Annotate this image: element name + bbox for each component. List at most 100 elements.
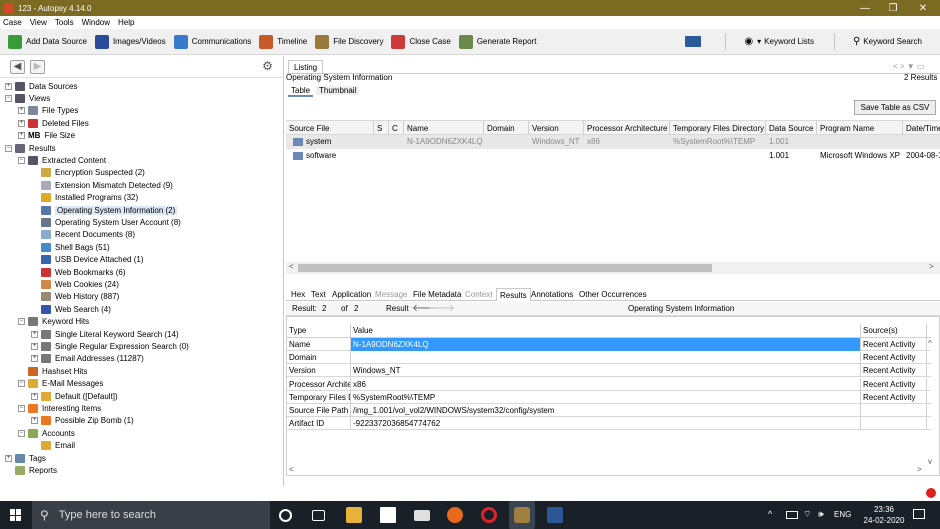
- tree-item-web-bookmarks-6[interactable]: Web Bookmarks (6): [31, 266, 126, 278]
- tree-item-tags[interactable]: + Tags: [5, 452, 46, 464]
- artifact-value[interactable]: [351, 351, 861, 365]
- gear-icon[interactable]: ⚙: [260, 60, 275, 74]
- tray-chevron-icon[interactable]: ^: [768, 509, 772, 519]
- save-table-csv-button[interactable]: Save Table as CSV: [854, 100, 936, 115]
- battery-icon[interactable]: [786, 511, 798, 519]
- artifact-value[interactable]: /img_1.001/vol_vol2/WINDOWS/system32/con…: [351, 404, 861, 417]
- tree-expander-icon[interactable]: −: [5, 94, 12, 102]
- tree-item-recent-documents-8[interactable]: Recent Documents (8): [31, 229, 135, 241]
- keyword-search-button[interactable]: ⚲ Keyword Search: [853, 36, 922, 47]
- artifact-row[interactable]: Artifact ID -9223372036854774762: [287, 417, 931, 431]
- tab-context[interactable]: Context: [462, 288, 496, 301]
- tree-expander-icon[interactable]: +: [31, 342, 38, 350]
- language-indicator[interactable]: ENG: [834, 510, 851, 519]
- notifications-icon[interactable]: [913, 509, 925, 519]
- tree-expander-icon[interactable]: +: [31, 355, 38, 363]
- tree-expander-icon[interactable]: −: [5, 144, 12, 152]
- artifact-value[interactable]: x86: [351, 377, 861, 391]
- artifact-value[interactable]: N-1A9ODN6ZXK4LQ: [351, 338, 861, 351]
- artifact-value[interactable]: %SystemRoot%\TEMP: [351, 390, 861, 404]
- column-header-data-source[interactable]: Data Source: [766, 121, 817, 136]
- menu-tools[interactable]: Tools: [55, 18, 74, 27]
- tree-item-default-default[interactable]: + Default ([Default]): [31, 390, 118, 402]
- tab-file-metadata[interactable]: File Metadata: [410, 288, 464, 301]
- menu-help[interactable]: Help: [118, 18, 134, 27]
- tab-application[interactable]: Application: [329, 288, 374, 301]
- scroll-left-icon[interactable]: <: [289, 465, 294, 474]
- firefox-icon[interactable]: [447, 507, 463, 523]
- column-header-program-name[interactable]: Program Name: [817, 121, 903, 136]
- tree-expander-icon[interactable]: +: [31, 417, 38, 425]
- artifact-row[interactable]: Temporary Files Di %SystemRoot%\TEMP Recen…: [287, 390, 931, 404]
- artifact-header-value[interactable]: Value: [351, 324, 861, 337]
- tree-item-installed-programs-32[interactable]: Installed Programs (32): [31, 192, 138, 204]
- keyword-lists-button[interactable]: ◉ ▾ Keyword Lists: [744, 36, 814, 47]
- tree-item-possible-zip-bomb-1[interactable]: + Possible Zip Bomb (1): [31, 415, 134, 427]
- tree-item-operating-system-user-account-8[interactable]: Operating System User Account (8): [31, 216, 181, 228]
- close-button[interactable]: ✕: [908, 0, 938, 16]
- tree-item-usb-device-attached-1[interactable]: USB Device Attached (1): [31, 254, 143, 266]
- table-row[interactable]: software 1.001 Microsoft Windows XP 2004-08…: [286, 149, 940, 163]
- column-header-domain[interactable]: Domain: [484, 121, 529, 136]
- tree-item-single-literal-keyword-search-14[interactable]: + Single Literal Keyword Search (14): [31, 328, 179, 340]
- tree-item-keyword-hits[interactable]: − Keyword Hits: [18, 316, 89, 328]
- tree-expander-icon[interactable]: −: [18, 404, 25, 412]
- tree-item-extracted-content[interactable]: − Extracted Content: [18, 154, 106, 166]
- artifact-header-source-s[interactable]: Source(s): [861, 324, 927, 337]
- tab-hex[interactable]: Hex: [288, 288, 308, 301]
- volume-icon[interactable]: 🕪: [818, 509, 824, 520]
- communications-button[interactable]: Communications: [173, 34, 251, 49]
- scroll-down-icon[interactable]: v: [928, 457, 932, 466]
- column-header-c[interactable]: C: [389, 121, 404, 136]
- windows-start-icon[interactable]: [10, 509, 22, 521]
- menu-case[interactable]: Case: [3, 18, 22, 27]
- tab-message[interactable]: Message: [372, 288, 410, 301]
- tree-item-email-addresses-11287[interactable]: + Email Addresses (11287): [31, 353, 144, 365]
- listing-hscrollbar[interactable]: < >: [286, 262, 940, 274]
- cortana-icon[interactable]: [279, 509, 292, 522]
- tree-item-deleted-files[interactable]: + Deleted Files: [18, 117, 89, 129]
- tree-item-file-types[interactable]: + File Types: [18, 105, 78, 117]
- column-header-version[interactable]: Version: [529, 121, 584, 136]
- tree-expander-icon[interactable]: −: [18, 156, 25, 164]
- tab-annotations[interactable]: Annotations: [528, 288, 576, 301]
- column-header-date-time[interactable]: Date/Time: [903, 121, 940, 136]
- file-discovery-button[interactable]: File Discovery: [315, 34, 383, 49]
- column-header-s[interactable]: S: [374, 121, 389, 136]
- artifact-row[interactable]: Version Windows_NT Recent Activity: [287, 364, 931, 378]
- menu-window[interactable]: Window: [82, 18, 110, 27]
- tree-expander-icon[interactable]: +: [18, 132, 25, 140]
- scroll-up-icon[interactable]: ^: [928, 339, 932, 348]
- tree-item-web-cookies-24[interactable]: Web Cookies (24): [31, 278, 119, 290]
- artifact-row[interactable]: Source File Path/img_1.001/vol_vol2/WIND…: [287, 404, 931, 417]
- column-header-source-file[interactable]: Source File: [286, 121, 374, 136]
- tree-item-extension-mismatch-detected-9[interactable]: Extension Mismatch Detected (9): [31, 179, 173, 191]
- tree-expander-icon[interactable]: +: [31, 330, 38, 338]
- tree-item-reports[interactable]: Reports: [5, 464, 57, 476]
- artifact-value[interactable]: Windows_NT: [351, 364, 861, 378]
- back-button[interactable]: ◀: [10, 60, 25, 74]
- generate-report-button[interactable]: Generate Report: [458, 34, 536, 49]
- column-header-processor-architecture[interactable]: Processor Architecture: [584, 121, 670, 136]
- tree-expander-icon[interactable]: +: [5, 454, 12, 462]
- tree-item-views[interactable]: − Views: [5, 92, 50, 104]
- taskbar-search-box[interactable]: ⚲ Type here to search: [32, 501, 270, 529]
- close-case-button[interactable]: Close Case: [391, 34, 451, 49]
- table-row[interactable]: system N-1A9ODN6ZXK4LQ Windows_NT x86 %Syste…: [286, 135, 940, 149]
- clock[interactable]: 23:36 24-02-2020: [862, 504, 906, 526]
- opera-icon[interactable]: [481, 507, 497, 523]
- tree-expander-icon[interactable]: −: [18, 318, 25, 326]
- network-icon[interactable]: ⌔: [803, 509, 811, 520]
- menu-view[interactable]: View: [30, 18, 47, 27]
- tree-item-operating-system-information-2[interactable]: Operating System Information (2): [31, 204, 178, 216]
- tree-item-file-size[interactable]: + MB File Size: [18, 130, 75, 142]
- artifact-row[interactable]: Processor Architec x86 Recent Activity: [287, 377, 931, 391]
- task-view-icon[interactable]: [312, 510, 325, 521]
- minimize-button[interactable]: —: [850, 0, 880, 16]
- tree-item-interesting-items[interactable]: − Interesting Items: [18, 402, 101, 414]
- artifact-value[interactable]: -9223372036854774762: [351, 417, 861, 431]
- tab-results[interactable]: Results: [496, 288, 531, 301]
- tree-item-shell-bags-51[interactable]: Shell Bags (51): [31, 241, 110, 253]
- forward-button[interactable]: ▶: [30, 60, 45, 74]
- tree-expander-icon[interactable]: −: [18, 429, 25, 437]
